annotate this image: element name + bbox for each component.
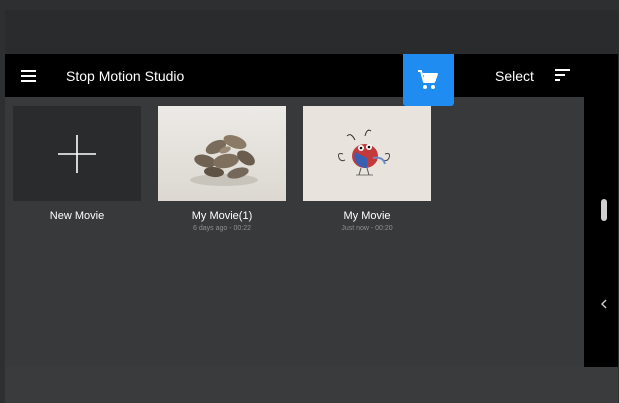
movie-subtitle: 6 days ago - 00:22 xyxy=(193,225,251,232)
movie-tile-my-movie[interactable]: My Movie Just now - 00:20 xyxy=(303,106,431,236)
side-panel xyxy=(584,97,618,367)
movie-title: New Movie xyxy=(49,210,105,222)
status-bar xyxy=(5,10,618,54)
movie-tile-my-movie-1[interactable]: My Movie(1) 6 days ago - 00:22 xyxy=(158,106,286,236)
shopping-cart-icon xyxy=(418,70,438,89)
movie-tile-new[interactable]: New Movie xyxy=(13,106,141,236)
new-movie-thumbnail[interactable] xyxy=(13,106,141,201)
navigation-bar xyxy=(5,367,618,403)
hamburger-menu-icon[interactable] xyxy=(19,66,39,86)
movie-title: My Movie xyxy=(343,210,391,222)
movie-thumbnail[interactable] xyxy=(158,106,286,201)
chevron-left-icon[interactable] xyxy=(600,299,608,309)
scrollbar-thumb[interactable] xyxy=(601,199,607,221)
rocks-photo xyxy=(158,106,286,201)
app-toolbar: Stop Motion Studio Select xyxy=(5,54,618,97)
movie-title: My Movie(1) xyxy=(191,210,253,222)
app-window: New Movie My Movie(1) 6 days ago - 00:22… xyxy=(5,54,618,367)
select-button[interactable]: Select xyxy=(495,67,534,85)
plus-icon xyxy=(58,135,96,173)
clay-bird-photo xyxy=(303,106,431,201)
app-title: Stop Motion Studio xyxy=(66,68,185,84)
movie-subtitle: Just now - 00:20 xyxy=(341,225,393,232)
movie-thumbnail[interactable] xyxy=(303,106,431,201)
sort-icon[interactable] xyxy=(554,67,572,83)
store-cart-button[interactable] xyxy=(403,54,454,106)
